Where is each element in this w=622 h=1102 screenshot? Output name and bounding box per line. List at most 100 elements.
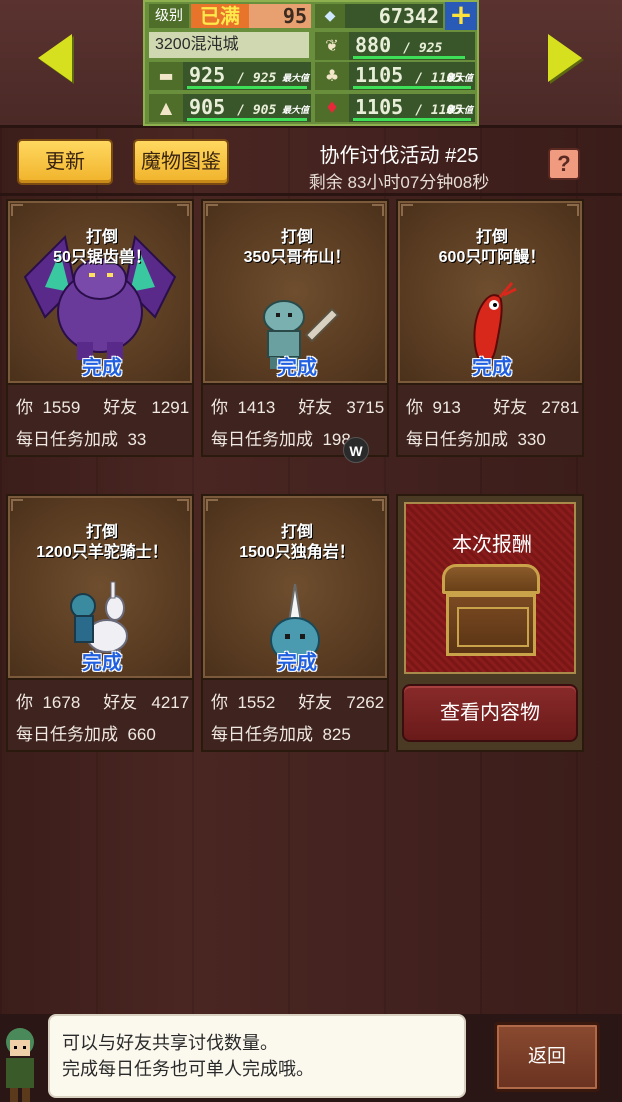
level-max-badge: 已满 [191,4,249,28]
quest-card[interactable]: 打倒 50只锯齿兽！ 完成 你 1559 好友 1291 每日任务加成 33 [6,199,194,457]
daily-bonus-value: 33 [127,430,147,449]
ruby-icon: ♦ [315,94,349,122]
resource-grass-max: 925 [418,41,443,56]
daily-bonus-label: 每日任务加成 [16,725,118,744]
back-button[interactable]: 返回 [494,1022,600,1092]
you-label: 你 [211,398,228,417]
quest-complete-label: 完成 [82,357,122,379]
level-label: 级别 [149,4,189,28]
quest-card-art: 打倒 50只锯齿兽！ 完成 [6,199,194,385]
resource-food-value: 1105 [355,63,404,87]
quest-target: 350只哥布山！ [243,249,351,266]
hint-dialog: 可以与好友共享讨伐数量。 完成每日任务也可单人完成哦。 [48,1014,466,1098]
resource-stone: 905 / 905 最大值 [183,94,311,122]
help-button[interactable]: ? [548,148,580,180]
friend-label: 好友 [298,398,333,417]
you-label: 你 [406,398,423,417]
daily-bonus-value: 660 [127,725,156,744]
quest-complete-label: 完成 [277,652,317,674]
resource-ruby-value: 1105 [355,95,404,119]
friend-count: 7262 [346,693,385,712]
level-value: 95 [249,4,311,28]
quest-complete-label: 完成 [277,357,317,379]
friend-count: 4217 [151,693,190,712]
daily-bonus-label: 每日任务加成 [406,430,508,449]
quest-complete-label: 完成 [472,357,512,379]
grass-icon: ❦ [315,32,349,60]
food-icon: ♣ [315,62,349,90]
quest-card[interactable]: 打倒 1500只独角岩！ 完成 你 1552 好友 7262 每日任务加成 82… [201,494,389,752]
quest-target: 50只锯齿兽！ [53,249,151,266]
stone-icon: ▲ [149,94,183,122]
resource-wood: 925 / 925 最大值 [183,62,311,90]
quest-stats: 你 1678 好友 4217 每日任务加成 660 [6,680,194,752]
quest-stats: 你 913 好友 2781 每日任务加成 330 [396,385,584,457]
quest-card[interactable]: 打倒 350只哥布山！ 完成 你 1413 好友 3715 每日任务加成 198 [201,199,389,457]
next-arrow-icon[interactable] [548,34,582,82]
event-title: 协作讨伐活动 #25 [319,145,479,167]
daily-bonus-label: 每日任务加成 [16,430,118,449]
friend-count: 2781 [541,398,580,417]
quest-card-art: 打倒 1200只羊驼骑士！ 完成 [6,494,194,680]
diamond-icon: ◆ [315,4,345,28]
hint-line-2: 完成每日任务也可单人完成哦。 [62,1059,314,1079]
reward-card: 本次报酬 查看内容物 [396,494,584,752]
resource-wood-max: 925 [252,71,277,86]
friend-label: 好友 [103,693,138,712]
reward-title: 本次报酬 [452,534,532,556]
you-count: 1552 [237,693,276,712]
you-label: 你 [16,693,33,712]
you-count: 1559 [42,398,81,417]
resource-wood-value: 925 [189,63,226,87]
status-panel: 级别 已满 95 ◆ 67342 + 3200混沌城 ❦ 880 / 925 ▬… [143,0,479,126]
prev-arrow-icon[interactable] [38,34,72,82]
resource-grass-value: 880 [355,33,392,57]
quest-stats: 你 1552 好友 7262 每日任务加成 825 [201,680,389,752]
daily-bonus-label: 每日任务加成 [211,430,313,449]
quest-card-art: 打倒 1500只独角岩！ 完成 [201,494,389,680]
top-header: 级别 已满 95 ◆ 67342 + 3200混沌城 ❦ 880 / 925 ▬… [0,0,622,128]
wood-icon: ▬ [149,62,183,90]
npc-guide-icon [6,1028,34,1102]
quest-target: 600只叮阿鳗！ [438,249,546,266]
refresh-button[interactable]: 更新 [17,139,113,185]
friend-label: 好友 [103,398,138,417]
treasure-chest-icon [442,564,540,594]
add-gems-button[interactable]: + [445,1,477,30]
you-label: 你 [16,398,33,417]
treasure-chest-body [446,594,536,656]
quest-stats: 你 1559 好友 1291 每日任务加成 33 [6,385,194,457]
bestiary-button[interactable]: 魔物图鉴 [133,139,229,185]
friend-count: 1291 [151,398,190,417]
gem-count: 67342 [345,4,443,28]
quest-card[interactable]: 打倒 1200只羊驼骑士！ 完成 你 1678 好友 4217 每日任务加成 6… [6,494,194,752]
you-label: 你 [211,693,228,712]
friend-label: 好友 [298,693,333,712]
daily-bonus-value: 330 [517,430,546,449]
resource-grass: 880 / 925 [349,32,475,60]
hint-line-1: 可以与好友共享讨伐数量。 [62,1033,278,1053]
quest-card-art: 打倒 350只哥布山！ 完成 [201,199,389,385]
you-count: 913 [432,398,461,417]
divider [0,193,622,196]
quest-complete-label: 完成 [82,652,122,674]
friend-count: 3715 [346,398,385,417]
quest-target: 1200只羊驼骑士！ [36,544,168,561]
event-remaining-time: 剩余 83小时07分钟08秒 [308,173,490,192]
daily-bonus-label: 每日任务加成 [211,725,313,744]
quest-card-art: 打倒 600只叮阿鳗！ 完成 [396,199,584,385]
view-contents-button[interactable]: 查看内容物 [402,684,578,742]
quest-card[interactable]: 打倒 600只叮阿鳗！ 完成 你 913 好友 2781 每日任务加成 330 [396,199,584,457]
quest-target: 1500只独角岩！ [239,544,355,561]
you-count: 1678 [42,693,81,712]
you-count: 1413 [237,398,276,417]
resource-ruby: 1105 / 1105 最大值 [349,94,475,122]
town-name: 3200混沌城 [149,32,309,58]
resource-food: 1105 / 1105 最大值 [349,62,475,90]
friend-label: 好友 [493,398,528,417]
resource-stone-value: 905 [189,95,226,119]
overlay-badge[interactable]: W [343,437,369,463]
resource-stone-max: 905 [252,103,277,118]
daily-bonus-value: 825 [322,725,351,744]
reward-panel: 本次报酬 [404,502,576,674]
